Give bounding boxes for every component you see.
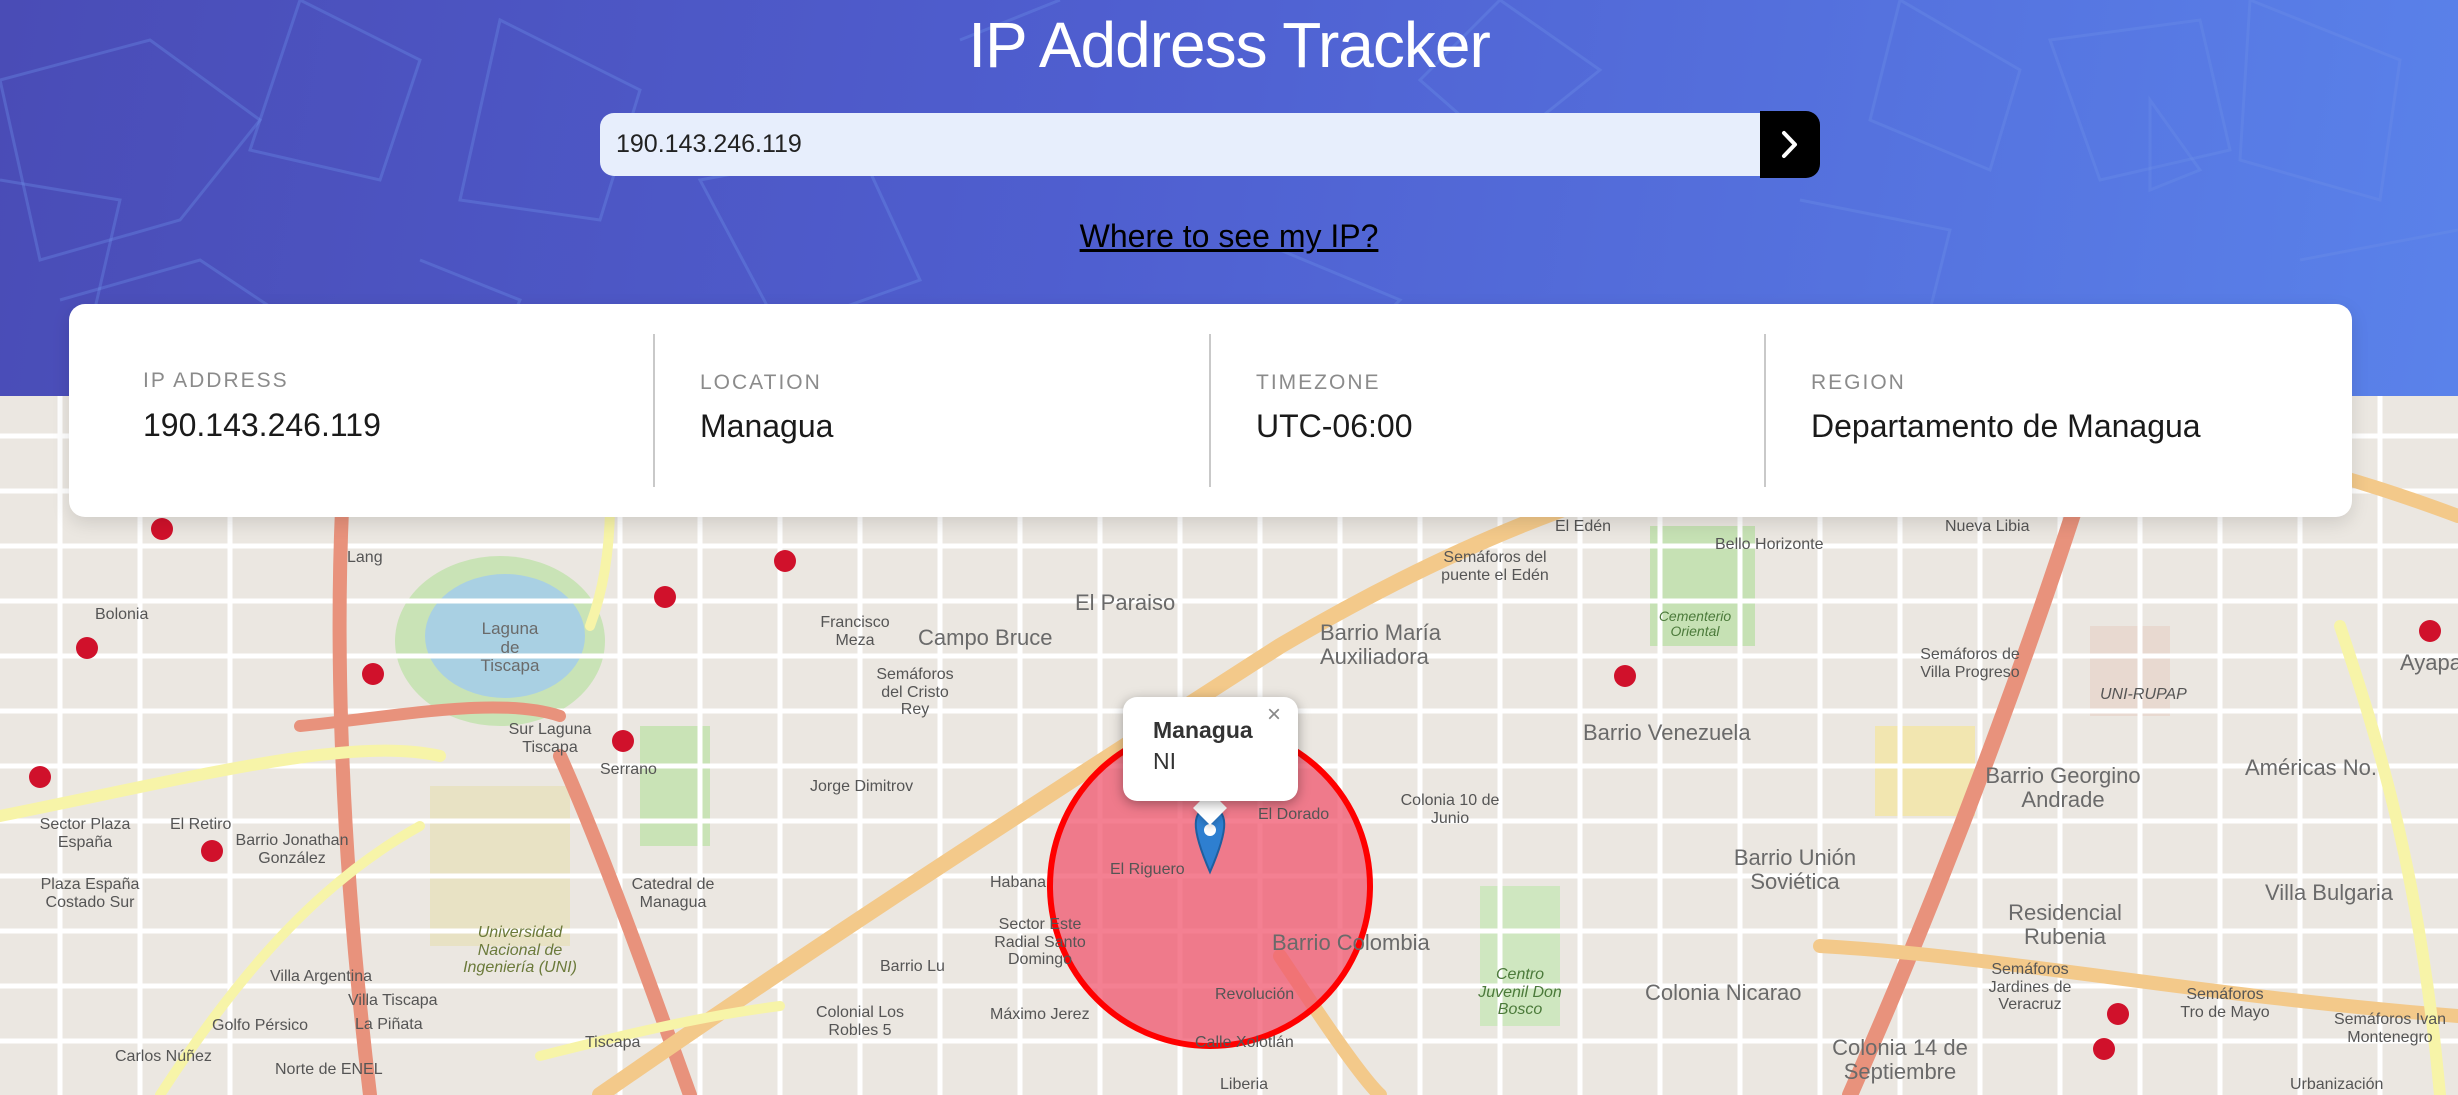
map-label-el-retiro: El Retiro: [170, 816, 232, 833]
timezone-value: UTC-06:00: [1256, 408, 1413, 444]
location-value: Managua: [700, 408, 834, 444]
map-label-la-pinata: La Piñata: [355, 1016, 423, 1033]
map-label-calle-xolotlan: Calle Xolotlán: [1195, 1034, 1294, 1051]
map-label-colonia-10-junio: Colonia 10 de Junio: [1400, 792, 1500, 827]
map-label-barrio-colombia: Barrio Colombia: [1272, 930, 1430, 955]
map-label-universidad: Universidad Nacional de Ingeniería (UNI): [463, 924, 577, 977]
map-label-jorge-dimitrov: Jorge Dimitrov: [810, 778, 914, 795]
map-label-revolucion: Revolución: [1215, 986, 1295, 1003]
map-label-el-eden: El Edén: [1555, 518, 1612, 535]
map-label-laguna: Laguna de Tiscapa: [480, 619, 540, 676]
map-label-sector-plaza: Sector Plaza España: [39, 816, 131, 851]
map-label-lang: Lang: [347, 549, 383, 566]
map-label-barrio-maria: Barrio María Auxiliadora: [1320, 620, 1442, 670]
map-label-sector-radial: Sector Este Radial Santo Domingo: [994, 916, 1086, 969]
map-label-catedral: Catedral de Managua: [631, 876, 715, 911]
popup-close-icon[interactable]: ×: [1267, 701, 1281, 729]
popup-title: Managua: [1153, 717, 1253, 743]
map-label-bello-horizonte: Bello Horizonte: [1715, 536, 1824, 553]
map-label-urbanizacion: Urbanización: [2290, 1076, 2384, 1093]
map-label-semaforos-jardines: Semáforos Jardines de Veracruz: [1988, 961, 2072, 1014]
map-label-bolonia: Bolonia: [95, 606, 149, 623]
map-label-semaforos-eden: Semáforos del puente el Edén: [1441, 549, 1549, 584]
map-label-campo-bruce: Campo Bruce: [918, 625, 1053, 650]
map-label-semaforos-villa: Semáforos de Villa Progreso: [1920, 646, 2020, 681]
map-label-nueva-libia: Nueva Libia: [1945, 518, 2030, 535]
map-label-barrio-lu: Barrio Lu: [880, 958, 945, 975]
map-label-semaforos-cristo: Semáforos del Cristo Rey: [876, 666, 954, 719]
map-label-golfo-persico: Golfo Pérsico: [212, 1017, 309, 1034]
region-value: Departamento de Managua: [1811, 408, 2201, 444]
map-label-tiscapa: Tiscapa: [585, 1034, 641, 1051]
location-column: LOCATION Managua: [655, 304, 1210, 517]
map-label-el-riguero: El Riguero: [1110, 861, 1185, 878]
map-label-plaza-espana: Plaza España Costado Sur: [40, 876, 140, 911]
ip-address-label: IP ADDRESS: [143, 369, 289, 392]
ip-address-value: 190.143.246.119: [143, 407, 381, 443]
info-card: IP ADDRESS 190.143.246.119 LOCATION Mana…: [69, 304, 2352, 517]
map-label-barrio-union: Barrio Unión Soviética: [1733, 845, 1857, 895]
map-popup: Managua NI ×: [1123, 697, 1298, 801]
map-label-carlos-nunez: Carlos Núñez: [115, 1048, 212, 1065]
map-label-villa-bulgaria: Villa Bulgaria: [2265, 880, 2394, 905]
timezone-column: TIMEZONE UTC-06:00: [1211, 304, 1766, 517]
map-label-libertad: Liberia: [1220, 1076, 1269, 1093]
map-label-el-paraiso: El Paraiso: [1075, 590, 1176, 615]
map-label-americas: Américas No.: [2245, 755, 2378, 780]
ip-search-input[interactable]: [600, 113, 1763, 176]
map-label-villa-argentina: Villa Argentina: [270, 968, 372, 985]
map-label-maximo-jerez: Máximo Jerez: [990, 1006, 1090, 1023]
map-label-centro-juvenil: Centro Juvenil Don Bosco: [1478, 966, 1562, 1019]
map-label-barrio-georgino: Barrio Georgino Andrade: [1985, 763, 2141, 813]
map-label-barrio-venezuela: Barrio Venezuela: [1583, 720, 1751, 745]
region-label: REGION: [1811, 371, 1906, 394]
search-submit-button[interactable]: [1760, 111, 1820, 178]
map-label-uni-rupap: UNI-RUPAP: [2100, 686, 2187, 703]
map-label-el-dorado: El Dorado: [1258, 806, 1330, 823]
map-label-barrio-jonathan: Barrio Jonathan González: [235, 832, 349, 867]
map-label-habana: Habana: [990, 874, 1047, 891]
location-label: LOCATION: [700, 371, 822, 394]
page-title: IP Address Tracker: [968, 9, 1491, 81]
chevron-right-icon: [1782, 131, 1797, 158]
map-label-francisco-meza: Francisco Meza: [820, 614, 890, 649]
map-label-colonia-14: Colonia 14 de Septiembre: [1832, 1035, 1968, 1085]
map-label-villa-tiscapa: Villa Tiscapa: [348, 992, 438, 1009]
popup-subtitle: NI: [1153, 748, 1176, 774]
map-label-semaforos-mayo: Semáforos Tro de Mayo: [2180, 986, 2270, 1021]
map-label-cementerio: Cementerio Oriental: [1658, 608, 1732, 640]
map-label-semaforos-ivan: Semáforos Ivan Montenegro: [2333, 1011, 2447, 1046]
map-label-residencial-rubenia: Residencial Rubenia: [2008, 900, 2122, 950]
map-label-colonia-nicarao: Colonia Nicarao: [1645, 980, 1802, 1005]
map-label-serrano: Serrano: [600, 761, 657, 778]
region-column: REGION Departamento de Managua: [1766, 304, 2352, 517]
map-label-ayapal: Ayapal: [2400, 650, 2458, 675]
map-label-colonial-robles: Colonial Los Robles 5: [815, 1004, 905, 1039]
timezone-label: TIMEZONE: [1256, 371, 1381, 394]
map-label-norte-enel: Norte de ENEL: [275, 1061, 383, 1078]
ip-address-column: IP ADDRESS 190.143.246.119: [69, 304, 624, 517]
search-form: [600, 111, 1820, 178]
where-to-see-ip-link[interactable]: Where to see my IP?: [0, 218, 2458, 255]
map-label-sur-laguna: Sur Laguna Tiscapa: [508, 721, 592, 756]
